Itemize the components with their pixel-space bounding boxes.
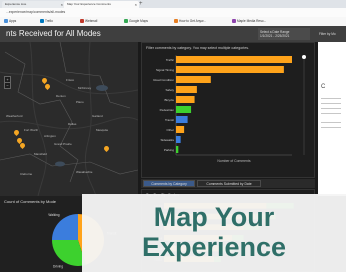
promo-overlay: Map Your Experience xyxy=(82,194,346,272)
date-range-picker[interactable]: Select a Date Range 1/1/2021 - 2/25/2021 xyxy=(258,28,310,40)
pie-slice-label: Driving xyxy=(53,265,63,269)
category-tick-label: Signal Timing xyxy=(156,68,174,72)
mode-filter[interactable]: Filter by Mo xyxy=(316,28,346,40)
comments-map[interactable]: + − McKinney Plano Denton Frisco Garland… xyxy=(0,42,138,196)
category-bar xyxy=(176,96,195,103)
side-text-line xyxy=(321,127,341,128)
browser-tab-active[interactable]: Map Your Experience Comments × xyxy=(64,1,139,8)
new-tab-button[interactable]: + xyxy=(139,0,143,8)
slider-handle[interactable] xyxy=(302,55,306,59)
map-city-label: Arlington xyxy=(44,134,56,138)
address-text[interactable]: ...experience/map/comments/all-modes xyxy=(6,9,65,16)
side-text-line xyxy=(321,103,341,104)
category-tick-label: Road Condition xyxy=(153,78,174,82)
category-tick-label: Sidewalks xyxy=(160,138,174,142)
tab-label: Comments Submitted by Date xyxy=(206,182,252,186)
bookmark-item[interactable]: Google Maps xyxy=(124,18,148,25)
browser-tab-label: Map Your Experience Comments xyxy=(67,2,111,6)
date-range-value: 1/1/2021 - 2/25/2021 xyxy=(260,34,290,38)
category-tick-label: Parking xyxy=(164,148,175,152)
side-info-panel: C xyxy=(318,42,346,196)
pie-slice-label: Walking xyxy=(48,213,59,217)
dashboard-header: nts Received for All Modes Select a Date… xyxy=(0,26,346,42)
bookmark-label: Trello xyxy=(45,19,53,23)
category-tick-label: Traffic xyxy=(166,58,175,62)
category-bar xyxy=(176,66,284,73)
close-icon[interactable]: × xyxy=(61,1,63,8)
category-tick-label: Other xyxy=(166,128,174,132)
category-tick-label: Transit xyxy=(165,118,174,122)
mail-icon xyxy=(80,19,84,23)
bookmark-label: Maple Media Reso... xyxy=(237,19,267,23)
category-bar xyxy=(176,86,197,93)
category-bar xyxy=(176,76,211,83)
chart-instructions: Filter comments by category. You may sel… xyxy=(146,46,249,50)
tab-comments-by-date[interactable]: Comments Submitted by Date xyxy=(197,180,261,187)
zoom-out-label: − xyxy=(6,83,9,88)
bookmark-label: Apps xyxy=(9,19,17,23)
mode-filter-label: Filter by Mo xyxy=(319,32,336,36)
map-city-label: Fort Worth xyxy=(24,128,39,132)
category-tick-label: Bicycle xyxy=(164,98,174,102)
side-text-line xyxy=(321,108,341,109)
page-title: nts Received for All Modes xyxy=(6,29,101,38)
trello-icon xyxy=(40,19,44,23)
map-city-label: Grand Prairie xyxy=(54,142,72,146)
lake-shape xyxy=(96,85,108,91)
browser-tab-label: Experience Live xyxy=(5,2,27,6)
category-bar xyxy=(176,126,185,133)
overlay-title-line2: Experience xyxy=(141,232,287,262)
overlay-title-line1: Map Your xyxy=(153,202,275,232)
apps-icon xyxy=(4,19,8,23)
screenshot-stage: Experience Live × Map Your Experience Co… xyxy=(0,0,346,272)
bookmark-item[interactable]: Trello xyxy=(40,18,53,25)
category-bar-chart[interactable]: Traffic Signal Timing Road Condition Safety… xyxy=(142,51,314,177)
category-chart-panel: Filter comments by category. You may sel… xyxy=(141,42,315,178)
category-bar xyxy=(176,136,181,143)
bookmark-item[interactable]: Maple Media Reso... xyxy=(232,18,266,25)
side-text-line xyxy=(321,122,341,123)
map-city-label: Mansfield xyxy=(34,152,47,156)
map-city-label: Denton xyxy=(56,94,66,98)
bookmark-label: Webmail xyxy=(85,19,98,23)
browser-tab[interactable]: Experience Live × xyxy=(2,1,65,8)
map-city-label: Dallas xyxy=(68,122,77,126)
category-bar xyxy=(176,106,192,113)
category-tick-label: Safety xyxy=(165,88,174,92)
side-panel-title: C xyxy=(321,84,326,90)
bookmark-item[interactable]: Webmail xyxy=(80,18,97,25)
browser-tab-strip: Experience Live × Map Your Experience Co… xyxy=(0,0,346,8)
map-city-label: Mesquite xyxy=(96,128,109,132)
map-city-label: Frisco xyxy=(66,78,75,82)
category-bar xyxy=(176,116,188,123)
lake-shape xyxy=(55,161,65,167)
map-city-label: Weatherford xyxy=(6,114,23,118)
zoom-out-button[interactable]: − xyxy=(4,82,11,89)
pie-chart-title: Count of Comments by Mode xyxy=(4,199,57,204)
bookmark-label: Google Maps xyxy=(129,19,148,23)
chart-view-tabs: Comments by Category Comments Submitted … xyxy=(141,179,315,188)
bookmark-item[interactable]: How to Get Anyw... xyxy=(174,18,206,25)
x-axis-label: Number of Comments xyxy=(217,159,250,163)
map-city-label: McKinney xyxy=(78,86,92,90)
close-icon[interactable]: × xyxy=(135,1,137,8)
bookmark-item[interactable]: Apps xyxy=(4,18,16,25)
map-city-label: Plano xyxy=(76,100,84,104)
category-bar xyxy=(176,146,179,153)
category-bar xyxy=(176,56,292,63)
tab-comments-by-category[interactable]: Comments by Category xyxy=(143,180,195,187)
tab-label: Comments by Category xyxy=(151,182,187,186)
map-city-label: Cleburne xyxy=(20,172,33,176)
bookmark-label: How to Get Anyw... xyxy=(179,19,206,23)
bookmark-icon xyxy=(174,19,178,23)
maps-icon xyxy=(124,19,128,23)
map-city-label: Garland xyxy=(92,114,103,118)
category-tick-label: Pedestrian xyxy=(160,108,175,112)
side-text-line xyxy=(321,98,341,99)
side-text-line xyxy=(321,113,341,114)
map-city-label: Waxahachie xyxy=(76,170,93,174)
bookmark-icon xyxy=(232,19,236,23)
pie-slice xyxy=(52,214,78,240)
